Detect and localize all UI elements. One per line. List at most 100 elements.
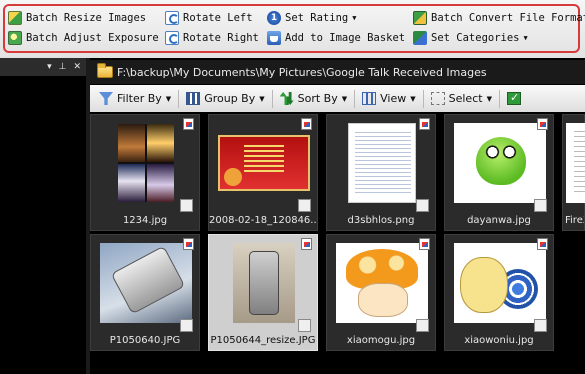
add-to-image-basket-button[interactable]: Add to Image Basket xyxy=(267,29,405,46)
thumbnail-item[interactable]: xiaowoniu.jpg xyxy=(444,234,554,351)
thumbnail-item[interactable]: 2008-02-18_120846... xyxy=(208,114,318,231)
filter-icon xyxy=(99,92,113,105)
rotate-left-icon xyxy=(165,10,179,25)
set-rating-dropdown[interactable]: 1 Set Rating ▼ xyxy=(267,9,356,26)
chevron-down-icon: ▼ xyxy=(410,94,416,103)
thumbnail-item[interactable]: FireX xyxy=(562,114,585,231)
select-button[interactable]: Select ▼ xyxy=(427,88,496,110)
rotate-left-label: Rotate Left xyxy=(183,11,253,24)
thumbnail-image xyxy=(218,123,310,203)
thumbnail-item[interactable]: 1234.jpg xyxy=(90,114,200,231)
thumbnail-filename: xiaowoniu.jpg xyxy=(464,335,534,346)
rotate-left-button[interactable]: Rotate Left xyxy=(165,9,253,26)
pane-header: ▾ ⊥ ✕ xyxy=(0,58,86,76)
pane-menu-icon[interactable]: ▾ xyxy=(47,62,52,72)
select-icon xyxy=(430,92,445,105)
file-format-icon xyxy=(537,118,548,130)
categories-icon xyxy=(413,30,427,45)
thumbnail-item[interactable]: dayanwa.jpg xyxy=(444,114,554,231)
rotate-right-label: Rotate Right xyxy=(183,31,259,44)
browser-content: F:\backup\My Documents\My Pictures\Googl… xyxy=(90,58,585,374)
batch-adjust-exposure-button[interactable]: Batch Adjust Exposure xyxy=(8,29,159,46)
thumbnail-filename: 2008-02-18_120846... xyxy=(209,215,317,226)
close-icon[interactable]: ✕ xyxy=(73,62,81,72)
set-categories-dropdown[interactable]: Set Categories ▼ xyxy=(413,29,528,46)
view-button[interactable]: View ▼ xyxy=(358,88,420,110)
thumbnail-checkbox[interactable] xyxy=(534,319,547,332)
thumbnail-image xyxy=(218,243,310,323)
toolbar-divider xyxy=(354,89,356,108)
thumbnail-filename: P1050644_resize.JPG xyxy=(210,335,316,346)
batch-convert-label: Batch Convert File Format xyxy=(431,11,585,24)
file-format-icon xyxy=(301,118,312,130)
folder-path: F:\backup\My Documents\My Pictures\Googl… xyxy=(117,65,487,79)
thumbnail-image xyxy=(454,123,546,203)
set-categories-label: Set Categories xyxy=(431,31,520,44)
check-mode-button[interactable] xyxy=(503,88,529,110)
convert-icon xyxy=(413,10,427,25)
view-label: View xyxy=(380,92,407,105)
toolbar-divider xyxy=(178,89,180,108)
thumbnail-image xyxy=(454,243,546,323)
path-bar: F:\backup\My Documents\My Pictures\Googl… xyxy=(90,60,585,85)
pin-icon[interactable]: ⊥ xyxy=(59,62,67,72)
batch-adjust-label: Batch Adjust Exposure xyxy=(26,31,159,44)
chevron-down-icon: ▼ xyxy=(523,33,528,42)
thumbnail-filename: 1234.jpg xyxy=(122,215,168,226)
file-format-icon xyxy=(419,118,430,130)
chevron-down-icon: ▼ xyxy=(259,94,265,103)
toolbar-divider xyxy=(271,89,273,108)
exposure-icon xyxy=(8,30,22,45)
thumbnail-checkbox[interactable] xyxy=(180,199,193,212)
thumbnail-checkbox[interactable] xyxy=(416,319,429,332)
thumbnail-filename: dayanwa.jpg xyxy=(467,215,531,226)
thumbnail-item-selected[interactable]: P1050644_resize.JPG xyxy=(208,234,318,351)
resize-icon xyxy=(8,10,22,25)
thumbnail-checkbox[interactable] xyxy=(534,199,547,212)
toolbar-divider xyxy=(498,89,500,108)
thumbnail-checkbox[interactable] xyxy=(298,319,311,332)
command-ribbon: Batch Resize Images Batch Adjust Exposur… xyxy=(0,0,585,58)
thumbnail-checkbox[interactable] xyxy=(298,199,311,212)
browser-toolbar: Filter By ▼ Group By ▼ Sort By ▼ View ▼ … xyxy=(90,85,585,112)
thumbnail-image xyxy=(100,243,192,323)
thumbnail-item[interactable]: P1050640.JPG xyxy=(90,234,200,351)
thumbnail-image xyxy=(100,123,192,203)
sort-icon xyxy=(279,92,294,105)
toolbar-divider xyxy=(422,89,424,108)
checkbox-icon xyxy=(506,91,521,105)
thumbnail-checkbox[interactable] xyxy=(180,319,193,332)
thumbnail-filename: FireX xyxy=(565,215,584,226)
group-by-label: Group By xyxy=(204,92,256,105)
thumbnail-image xyxy=(336,243,428,323)
group-by-button[interactable]: Group By ▼ xyxy=(182,88,268,110)
folder-icon xyxy=(97,63,113,78)
filter-by-label: Filter By xyxy=(117,92,162,105)
sort-by-label: Sort By xyxy=(297,92,338,105)
filter-by-button[interactable]: Filter By ▼ xyxy=(95,88,175,110)
rotate-right-button[interactable]: Rotate Right xyxy=(165,29,259,46)
group-icon xyxy=(186,92,201,105)
batch-convert-file-format-button[interactable]: Batch Convert File Format xyxy=(413,9,585,26)
file-format-icon xyxy=(183,238,194,250)
thumbnail-filename: xiaomogu.jpg xyxy=(346,335,416,346)
thumbnail-filename: P1050640.JPG xyxy=(109,335,181,346)
thumbnail-image xyxy=(336,123,428,203)
batch-resize-images-button[interactable]: Batch Resize Images xyxy=(8,9,146,26)
thumbnail-filename: d3sbhlos.png xyxy=(347,215,415,226)
batch-resize-label: Batch Resize Images xyxy=(26,11,147,24)
view-icon xyxy=(362,92,377,105)
sort-by-button[interactable]: Sort By ▼ xyxy=(276,88,352,110)
file-format-icon xyxy=(183,118,194,130)
thumbnail-item[interactable]: d3sbhlos.png xyxy=(326,114,436,231)
chevron-down-icon: ▼ xyxy=(341,94,348,103)
thumbnail-image xyxy=(566,123,585,203)
thumbnail-item[interactable]: xiaomogu.jpg xyxy=(326,234,436,351)
folder-pane: ▾ ⊥ ✕ xyxy=(0,58,86,374)
set-rating-label: Set Rating xyxy=(285,11,349,24)
file-format-icon xyxy=(419,238,430,250)
basket-icon xyxy=(267,30,281,45)
chevron-down-icon: ▼ xyxy=(352,13,357,22)
thumbnail-checkbox[interactable] xyxy=(416,199,429,212)
file-format-icon xyxy=(537,238,548,250)
